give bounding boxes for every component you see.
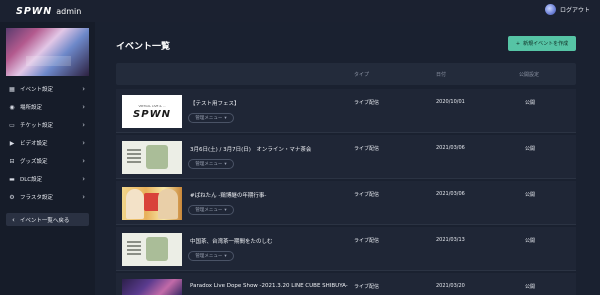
table-header: タイプ 日付 公開設定	[116, 63, 576, 85]
table-row[interactable]: Paradox Live Dope Show -2021.3.20 LINE C…	[116, 273, 576, 295]
plus-icon: +	[515, 40, 521, 47]
download-icon: ▬	[9, 175, 15, 183]
event-type: ライブ配信	[354, 284, 380, 290]
sidebar-item-label: 場所設定	[20, 105, 43, 111]
thumbnail-subtext: VIRTUAL LIVE & ...	[138, 104, 166, 108]
event-visibility: 公開	[525, 284, 536, 290]
sidebar-item-event-settings[interactable]: ▦ イベント設定 ›	[0, 80, 95, 98]
event-thumbnail[interactable]	[122, 279, 182, 295]
sidebar-item-venue-settings[interactable]: ◉ 場所設定 ›	[0, 98, 95, 116]
event-visibility: 公開	[525, 238, 536, 244]
page-title: イベント一覧	[116, 42, 171, 52]
back-button-label: イベント一覧へ戻る	[19, 217, 70, 224]
thumbnail-art	[146, 237, 168, 261]
avatar	[544, 4, 556, 15]
event-visibility: 公開	[525, 146, 536, 152]
chevron-right-icon: ›	[82, 157, 85, 165]
thumbnail-art	[146, 145, 168, 169]
video-icon: ▶	[9, 139, 15, 147]
event-visibility: 公開	[525, 100, 536, 106]
thumbnail-character	[158, 189, 178, 219]
create-event-label: 新規イベントを作成	[523, 41, 569, 47]
sidebar-item-ticket-settings[interactable]: ▭ チケット設定 ›	[0, 116, 95, 134]
location-pin-icon: ◉	[9, 103, 15, 111]
chevron-right-icon: ›	[82, 193, 85, 201]
column-header-type: タイプ	[354, 72, 370, 78]
event-date: 2021/03/13	[436, 237, 465, 243]
event-date: 2020/10/01	[436, 99, 465, 105]
event-date: 2021/03/06	[436, 191, 465, 197]
logo[interactable]: SPWN admin	[16, 5, 81, 17]
manage-menu-label: 管理メニュー	[195, 116, 223, 121]
event-date: 2021/03/20	[436, 283, 465, 289]
table-row[interactable]: #ばねたん -鶏博継の年期行事- 管理メニュー ▾ ライブ配信 2021/03/…	[116, 181, 576, 225]
sidebar-item-label: ビデオ設定	[20, 141, 48, 147]
manage-menu-label: 管理メニュー	[195, 208, 223, 213]
chevron-down-icon: ▾	[224, 207, 227, 213]
calendar-icon: ▦	[9, 85, 15, 93]
logo-admin-label: admin	[56, 6, 82, 16]
chevron-right-icon: ›	[82, 121, 85, 129]
chevron-right-icon: ›	[82, 85, 85, 93]
event-type: ライブ配信	[354, 192, 380, 198]
event-thumbnail[interactable]: VIRTUAL LIVE & ... SPWN	[122, 95, 182, 128]
manage-menu-dropdown[interactable]: 管理メニュー ▾	[188, 251, 234, 261]
sidebar-item-flower-stand-settings[interactable]: ⚙ フラスタ設定 ›	[0, 188, 95, 206]
event-title[interactable]: Paradox Live Dope Show -2021.3.20 LINE C…	[190, 283, 348, 289]
manage-menu-dropdown[interactable]: 管理メニュー ▾	[188, 159, 234, 169]
chevron-right-icon: ›	[82, 103, 85, 111]
chevron-right-icon: ›	[82, 175, 85, 183]
event-thumbnail[interactable]	[122, 141, 182, 174]
gear-icon: ⚙	[9, 193, 15, 201]
thumbnail-text-lines	[127, 241, 141, 243]
logo-wordmark: SPWN	[16, 5, 53, 17]
cart-icon: ⊟	[9, 157, 15, 165]
event-thumbnail[interactable]	[122, 187, 182, 220]
create-event-button[interactable]: + 新規イベントを作成	[508, 36, 576, 51]
chevron-left-icon: ‹	[12, 215, 15, 224]
logout-label: ログアウト	[559, 7, 590, 14]
sidebar-item-label: DLC設定	[20, 177, 43, 183]
thumbnail-text-lines	[127, 149, 141, 151]
event-date: 2021/03/06	[436, 145, 465, 151]
chevron-down-icon: ▾	[224, 115, 227, 121]
sidebar-item-label: グッズ設定	[20, 159, 48, 165]
event-visibility: 公開	[525, 192, 536, 198]
sidebar-item-label: イベント設定	[20, 87, 54, 93]
event-title[interactable]: 3月6日(土) / 3月7日(日) オンライン・マナ茶会	[190, 145, 311, 153]
sidebar-item-label: チケット設定	[20, 123, 54, 129]
event-type: ライブ配信	[354, 238, 380, 244]
sidebar-item-label: フラスタ設定	[20, 195, 53, 201]
logout-button[interactable]: ログアウト	[544, 4, 590, 15]
event-thumbnail[interactable]	[122, 233, 182, 266]
table-row[interactable]: 中国茶、台湾茶一期間をたのしむ 管理メニュー ▾ ライブ配信 2021/03/1…	[116, 227, 576, 271]
manage-menu-label: 管理メニュー	[195, 162, 223, 167]
sidebar-item-video-settings[interactable]: ▶ ビデオ設定 ›	[0, 134, 95, 152]
table-row[interactable]: VIRTUAL LIVE & ... SPWN 【テスト用フェス】 管理メニュー…	[116, 89, 576, 133]
column-header-visibility: 公開設定	[519, 72, 540, 78]
event-title[interactable]: 中国茶、台湾茶一期間をたのしむ	[190, 237, 273, 245]
event-title[interactable]: #ばねたん -鶏博継の年期行事-	[190, 191, 266, 199]
sidebar-item-dlc-settings[interactable]: ▬ DLC設定 ›	[0, 170, 95, 188]
ticket-icon: ▭	[9, 121, 15, 129]
event-hero-image	[6, 28, 89, 76]
chevron-right-icon: ›	[82, 139, 85, 147]
manage-menu-dropdown[interactable]: 管理メニュー ▾	[188, 205, 234, 215]
sidebar-item-goods-settings[interactable]: ⊟ グッズ設定 ›	[0, 152, 95, 170]
event-title[interactable]: 【テスト用フェス】	[190, 99, 240, 107]
sidebar-menu: ▦ イベント設定 › ◉ 場所設定 › ▭ チケット設定 › ▶ ビデオ設定 ›…	[0, 80, 95, 206]
manage-menu-label: 管理メニュー	[195, 254, 223, 259]
sidebar: ▦ イベント設定 › ◉ 場所設定 › ▭ チケット設定 › ▶ ビデオ設定 ›…	[0, 22, 95, 295]
manage-menu-dropdown[interactable]: 管理メニュー ▾	[188, 113, 234, 123]
chevron-down-icon: ▾	[224, 161, 227, 167]
chevron-down-icon: ▾	[224, 253, 227, 259]
thumbnail-character	[126, 189, 144, 219]
top-bar: SPWN admin ログアウト	[0, 0, 600, 22]
column-header-date: 日付	[436, 72, 447, 78]
event-type: ライブ配信	[354, 146, 380, 152]
thumbnail-logo: SPWN	[133, 109, 171, 120]
back-to-event-list-button[interactable]: ‹ イベント一覧へ戻る	[6, 213, 89, 226]
table-row[interactable]: 3月6日(土) / 3月7日(日) オンライン・マナ茶会 管理メニュー ▾ ライ…	[116, 135, 576, 179]
event-type: ライブ配信	[354, 100, 380, 106]
